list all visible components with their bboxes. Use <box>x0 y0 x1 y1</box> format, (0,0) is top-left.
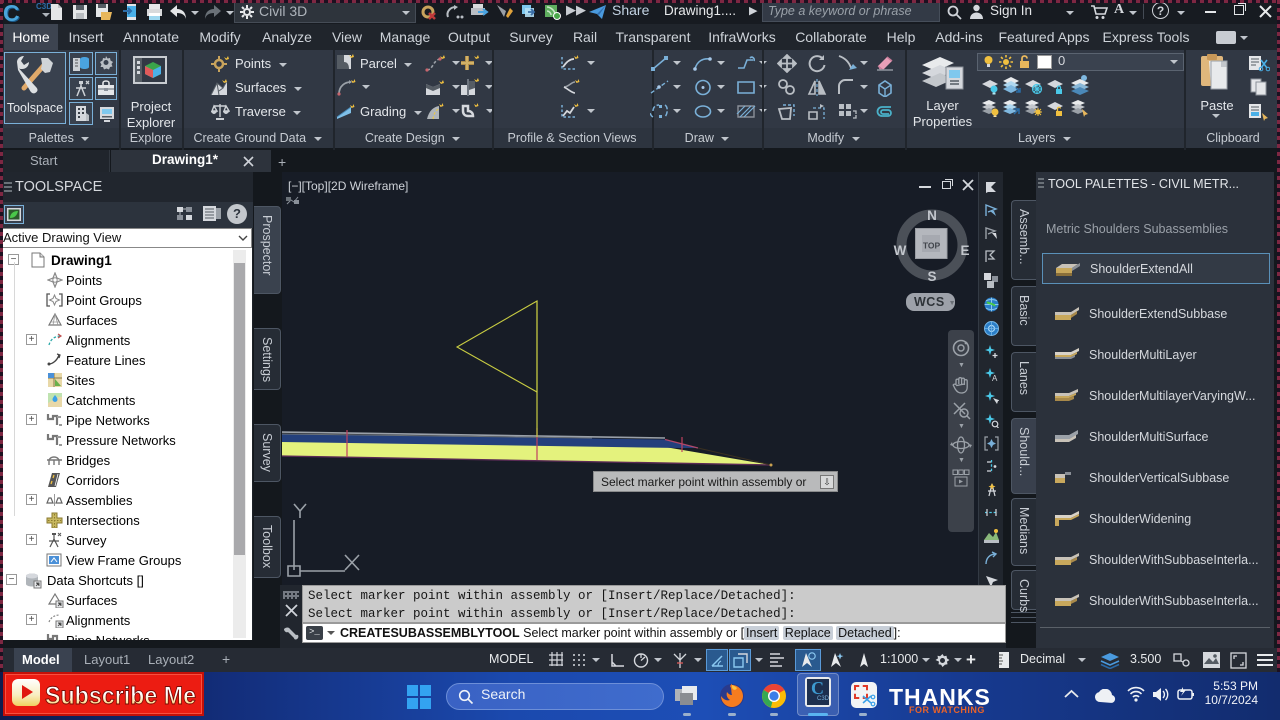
svg-text:A: A <box>992 374 998 382</box>
svg-text:Subscribe Me: Subscribe Me <box>45 682 196 710</box>
